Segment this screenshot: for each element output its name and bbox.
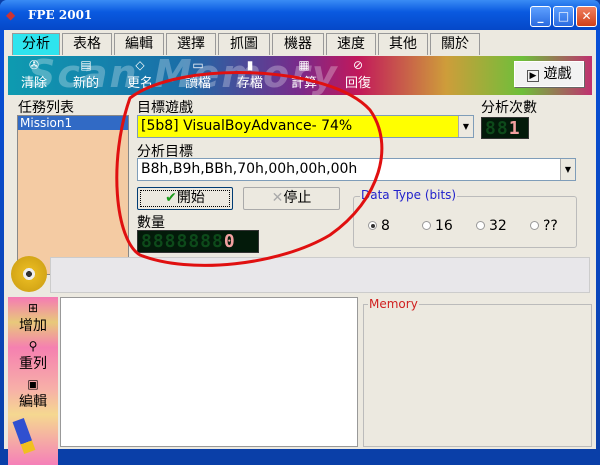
cd-icon: [11, 256, 47, 292]
new-button[interactable]: ▤ 新的: [66, 58, 106, 91]
window-title: FPE 2001: [28, 8, 93, 22]
check-icon: ✔: [165, 190, 177, 206]
new-icon: ▤: [80, 58, 92, 72]
stop-label: 停止: [283, 190, 312, 206]
radio-16bit-label: 16: [435, 218, 453, 234]
title-bar[interactable]: ◆ FPE 2001 _ □ ✕: [0, 0, 600, 30]
x-icon: ✕: [271, 190, 284, 206]
rename-button[interactable]: ◇ 更名: [120, 58, 160, 91]
game-button[interactable]: ▶ 遊戲: [514, 61, 584, 87]
load-label: 讀檔: [184, 76, 211, 91]
status-panel: [50, 257, 590, 293]
relist-icon: ⚲: [28, 339, 38, 353]
close-button[interactable]: ✕: [576, 6, 597, 27]
data-type-label: Data Type (bits): [360, 188, 458, 202]
target-game-combo[interactable]: [5b8] VisualBoyAdvance- 74% ▼: [137, 115, 474, 138]
chevron-down-icon[interactable]: ▼: [458, 116, 473, 137]
analysis-count-led: 88: [485, 118, 509, 139]
quantity-digit: 0: [223, 231, 236, 252]
task-list-label: 任務列表: [18, 100, 74, 116]
relist-button[interactable]: ⚲ 重列: [8, 339, 58, 373]
toolbar: Scan Memory ✇ 清除 ▤ 新的 ◇ 更名 ▭ 讀檔 ▮ 存檔 ▦ 計算 ⊘ 回復 …: [8, 52, 592, 96]
analysis-target-combo[interactable]: B8h,B9h,BBh,70h,00h,00h,00h ▼: [137, 158, 576, 181]
undo-label: 回復: [344, 76, 371, 91]
target-game-value: [5b8] VisualBoyAdvance- 74%: [141, 118, 353, 134]
quantity-label: 數量: [137, 215, 165, 231]
add-label: 增加: [19, 318, 47, 334]
radio-8bit[interactable]: 8: [368, 218, 390, 234]
pencil-icon: [12, 417, 36, 455]
client-area: 分析 表格 編輯 選擇 抓圖 機器 速度 其他 關於 Scan Memory ✇…: [4, 30, 596, 465]
result-list[interactable]: [60, 297, 358, 447]
tab-other[interactable]: 其他: [378, 33, 428, 55]
new-label: 新的: [72, 76, 99, 91]
radio-unknown[interactable]: ??: [530, 218, 558, 234]
quantity-led: 8888888: [141, 231, 224, 252]
add-button[interactable]: ⊞ 增加: [8, 301, 58, 335]
app-icon: ◆: [6, 8, 16, 22]
analysis-count-digit: 1: [508, 118, 521, 139]
start-button[interactable]: ✔開始: [137, 187, 233, 210]
data-type-group: Data Type (bits) 8 16 32 ??: [353, 188, 577, 248]
relist-label: 重列: [19, 356, 47, 372]
target-game-label: 目標遊戲: [137, 100, 193, 116]
edit-button[interactable]: ▣ 編輯: [8, 377, 58, 411]
play-icon: ▶: [526, 70, 540, 82]
quantity-display: 88888880: [137, 230, 259, 253]
radio-icon: [476, 221, 485, 230]
task-list[interactable]: Mission1: [17, 115, 129, 275]
rename-icon: ◇: [135, 58, 145, 72]
app-window: ◆ FPE 2001 _ □ ✕ 分析 表格 編輯 選擇 抓圖 機器 速度 其他…: [0, 0, 600, 465]
analysis-target-value: B8h,B9h,BBh,70h,00h,00h,00h: [141, 161, 358, 177]
stop-button[interactable]: ✕停止: [243, 187, 340, 210]
clear-label: 清除: [20, 76, 47, 91]
memory-group: Memory: [363, 297, 592, 447]
maximize-button[interactable]: □: [553, 6, 574, 27]
side-toolbar: ⊞ 增加 ⚲ 重列 ▣ 編輯: [8, 297, 58, 465]
task-list-item[interactable]: Mission1: [18, 116, 128, 130]
radio-32bit-label: 32: [489, 218, 507, 234]
save-button[interactable]: ▮ 存檔: [230, 58, 270, 91]
chevron-down-icon[interactable]: ▼: [560, 159, 575, 180]
radio-checked-icon: [368, 221, 377, 230]
save-disk-icon: ▮: [246, 58, 254, 72]
radio-icon: [422, 221, 431, 230]
radio-icon: [530, 221, 539, 230]
undo-icon: ⊘: [352, 58, 364, 72]
rename-label: 更名: [126, 76, 153, 91]
add-icon: ⊞: [27, 301, 39, 315]
edit-icon: ▣: [27, 377, 39, 391]
analysis-count-label: 分析次數: [481, 100, 537, 116]
calculator-icon: ▦: [298, 58, 310, 72]
open-folder-icon: ▭: [192, 58, 204, 72]
start-label: 開始: [176, 190, 205, 206]
calculate-label: 計算: [290, 76, 317, 91]
radio-32bit[interactable]: 32: [476, 218, 507, 234]
undo-button[interactable]: ⊘ 回復: [338, 58, 378, 91]
radio-8bit-label: 8: [381, 218, 390, 234]
calculate-button[interactable]: ▦ 計算: [284, 58, 324, 91]
analysis-count-display: 881: [481, 117, 529, 139]
game-label: 遊戲: [543, 66, 572, 82]
tab-about[interactable]: 關於: [430, 33, 480, 55]
radio-unknown-label: ??: [543, 218, 558, 234]
clear-button[interactable]: ✇ 清除: [14, 58, 54, 91]
radio-16bit[interactable]: 16: [422, 218, 453, 234]
clear-icon: ✇: [28, 58, 40, 72]
load-button[interactable]: ▭ 讀檔: [178, 58, 218, 91]
edit-label: 編輯: [19, 394, 47, 410]
minimize-button[interactable]: _: [530, 6, 551, 27]
memory-label: Memory: [368, 297, 419, 311]
save-label: 存檔: [236, 76, 263, 91]
